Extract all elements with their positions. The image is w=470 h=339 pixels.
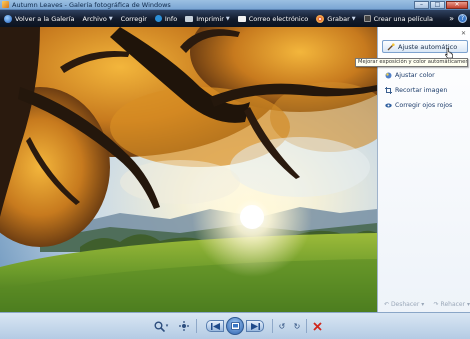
maximize-button[interactable]: □ bbox=[430, 1, 445, 9]
print-menu[interactable]: Imprimir ▼ bbox=[181, 10, 234, 27]
photo-image bbox=[0, 27, 377, 312]
navigation-group bbox=[201, 317, 269, 335]
red-eye-icon bbox=[385, 103, 392, 108]
chevron-down-icon: ▾ bbox=[165, 323, 169, 329]
rotate-left-button[interactable]: ↺ bbox=[276, 320, 288, 332]
fix-panel: ✕ Ajuste automático Ajustar color Recort… bbox=[377, 27, 470, 312]
rotate-counterclockwise-icon: ↺ bbox=[278, 321, 286, 331]
redo-icon: ↷ bbox=[433, 301, 441, 308]
title-bar: Autumn Leaves - Galería fotográfica de W… bbox=[0, 0, 470, 10]
redo-button[interactable]: ↷ Rehacer ▾ bbox=[434, 301, 470, 308]
help-icon[interactable]: ? bbox=[458, 14, 467, 23]
back-to-gallery-button[interactable]: Volver a la Galería bbox=[0, 10, 79, 27]
info-button[interactable]: Info bbox=[151, 10, 181, 27]
app-icon bbox=[2, 1, 9, 8]
auto-adjust-tooltip: Mejorar exposición y color automáticamen… bbox=[355, 58, 468, 67]
next-icon bbox=[250, 322, 260, 330]
delete-button[interactable] bbox=[310, 320, 324, 332]
info-icon bbox=[154, 15, 162, 22]
adjust-color-label: Ajustar color bbox=[395, 72, 435, 79]
separator bbox=[306, 319, 307, 333]
back-arrow-icon bbox=[4, 14, 12, 23]
email-label: Correo electrónico bbox=[248, 14, 309, 23]
red-eye-label: Corregir ojos rojos bbox=[395, 102, 453, 109]
redo-label: Rehacer bbox=[440, 301, 466, 308]
fix-button[interactable]: Corregir bbox=[117, 10, 151, 27]
close-button[interactable]: ✕ bbox=[446, 1, 468, 9]
auto-adjust-button[interactable]: Ajuste automático bbox=[382, 40, 468, 53]
file-menu-label: Archivo bbox=[82, 14, 107, 23]
color-icon bbox=[385, 72, 392, 79]
slideshow-icon bbox=[230, 322, 240, 330]
burn-label: Grabar bbox=[327, 14, 350, 23]
window-controls: – □ ✕ bbox=[414, 1, 468, 9]
playback-controls: ▾ ↺ ↻ bbox=[0, 312, 470, 339]
undo-icon: ↶ bbox=[384, 301, 391, 308]
window-title: Autumn Leaves - Galería fotográfica de W… bbox=[12, 0, 171, 9]
more-commands-icon[interactable]: » bbox=[449, 10, 454, 27]
command-toolbar: Volver a la Galería Archivo ▼ Corregir I… bbox=[0, 10, 470, 27]
email-button[interactable]: Correo electrónico bbox=[234, 10, 313, 27]
magnifier-icon bbox=[154, 321, 165, 332]
delete-icon bbox=[312, 321, 322, 331]
chevron-down-icon: ▼ bbox=[225, 15, 230, 22]
film-icon bbox=[363, 15, 371, 22]
chevron-down-icon: ▾ bbox=[465, 301, 470, 308]
file-menu[interactable]: Archivo ▼ bbox=[79, 10, 117, 27]
create-movie-label: Crear una película bbox=[373, 14, 433, 23]
chevron-down-icon: ▼ bbox=[108, 15, 113, 22]
chevron-down-icon: ▼ bbox=[351, 15, 356, 22]
actual-size-button[interactable] bbox=[178, 320, 190, 332]
burn-menu[interactable]: Grabar ▼ bbox=[312, 10, 359, 27]
crop-image-label: Recortar imagen bbox=[395, 87, 448, 94]
undo-button[interactable]: ↶ Deshacer ▾ bbox=[384, 301, 424, 308]
crop-icon bbox=[385, 87, 392, 94]
minimize-button[interactable]: – bbox=[414, 1, 429, 9]
adjust-color-link[interactable]: Ajustar color bbox=[385, 72, 435, 79]
close-panel-icon[interactable]: ✕ bbox=[461, 30, 466, 37]
email-icon bbox=[237, 15, 246, 22]
fit-window-icon bbox=[179, 321, 189, 331]
printer-icon bbox=[185, 15, 194, 22]
crop-image-link[interactable]: Recortar imagen bbox=[385, 87, 447, 94]
undo-redo-row: ↶ Deshacer ▾ ↷ Rehacer ▾ bbox=[384, 301, 470, 308]
previous-icon bbox=[210, 322, 220, 330]
back-to-gallery-label: Volver a la Galería bbox=[15, 14, 75, 23]
disc-icon bbox=[316, 14, 325, 23]
previous-button[interactable] bbox=[206, 320, 224, 332]
next-button[interactable] bbox=[246, 320, 264, 332]
slideshow-button[interactable] bbox=[226, 317, 244, 335]
fix-label: Corregir bbox=[120, 14, 147, 23]
separator bbox=[196, 319, 197, 333]
photo-viewer bbox=[0, 27, 377, 312]
info-label: Info bbox=[164, 14, 178, 23]
chevron-down-icon: ▾ bbox=[419, 301, 425, 308]
rotate-clockwise-icon: ↻ bbox=[293, 321, 301, 331]
magic-wand-icon bbox=[387, 42, 395, 50]
hand-cursor-icon bbox=[445, 48, 453, 58]
rotate-right-button[interactable]: ↻ bbox=[291, 320, 303, 332]
undo-label: Deshacer bbox=[390, 301, 420, 308]
print-label: Imprimir bbox=[196, 14, 224, 23]
separator bbox=[272, 319, 273, 333]
zoom-button[interactable]: ▾ bbox=[152, 320, 170, 332]
red-eye-link[interactable]: Corregir ojos rojos bbox=[385, 102, 452, 109]
create-movie-button[interactable]: Crear una película bbox=[360, 10, 437, 27]
